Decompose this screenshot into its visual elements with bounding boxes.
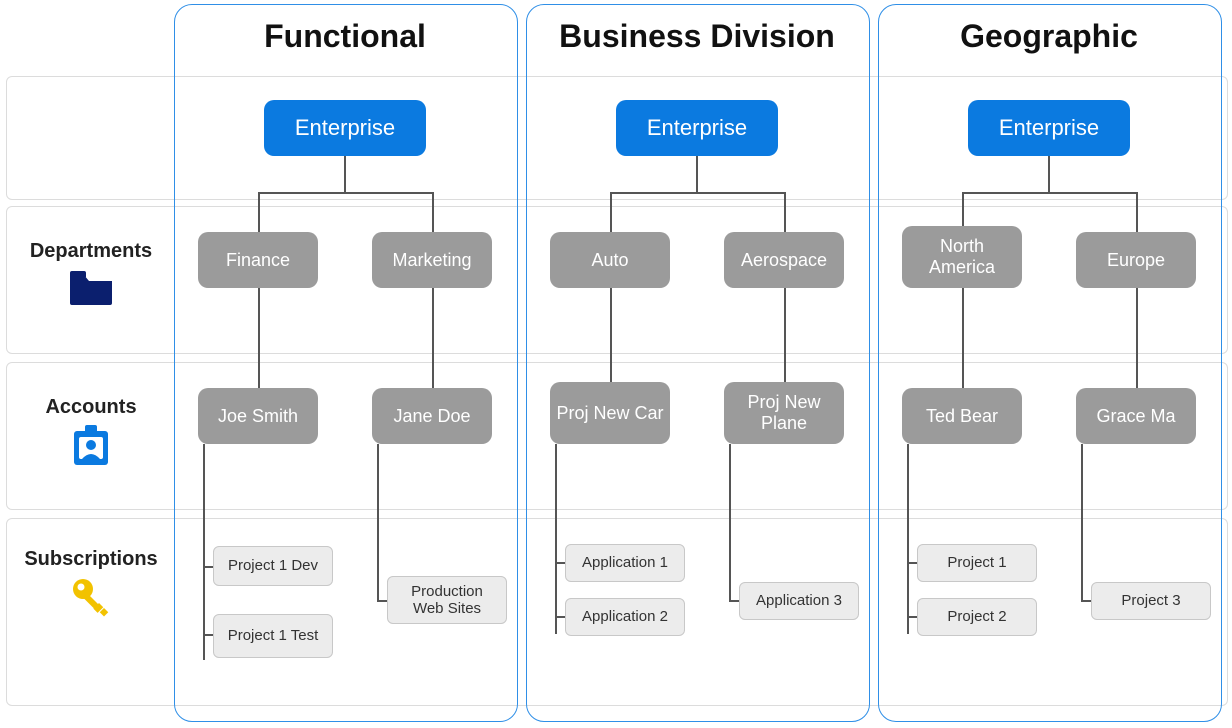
node-department: Finance <box>198 232 318 288</box>
badge-icon <box>16 423 166 469</box>
row-label-accounts-text: Accounts <box>16 396 166 419</box>
diagram-canvas: Functional Business Division Geographic … <box>0 0 1232 728</box>
row-label-departments-text: Departments <box>16 240 166 263</box>
node-subscription: Application 2 <box>565 598 685 636</box>
node-department: Aerospace <box>724 232 844 288</box>
row-label-departments: Departments <box>16 240 166 305</box>
row-label-accounts: Accounts <box>16 396 166 469</box>
node-department: North America <box>902 226 1022 288</box>
row-label-subscriptions: Subscriptions <box>16 548 166 619</box>
node-subscription: Project 2 <box>917 598 1037 636</box>
node-subscription: Project 1 Dev <box>213 546 333 586</box>
node-account: Proj New Plane <box>724 382 844 444</box>
node-enterprise: Enterprise <box>616 100 778 156</box>
node-subscription: Project 3 <box>1091 582 1211 620</box>
node-account: Ted Bear <box>902 388 1022 444</box>
node-subscription: Application 1 <box>565 544 685 582</box>
column-title-geographic: Geographic <box>878 18 1220 55</box>
node-department: Auto <box>550 232 670 288</box>
node-department: Europe <box>1076 232 1196 288</box>
node-subscription: Production Web Sites <box>387 576 507 624</box>
node-department: Marketing <box>372 232 492 288</box>
node-subscription: Project 1 Test <box>213 614 333 658</box>
node-enterprise: Enterprise <box>264 100 426 156</box>
row-label-subscriptions-text: Subscriptions <box>16 548 166 571</box>
key-icon <box>16 575 166 619</box>
column-title-business: Business Division <box>526 18 868 55</box>
node-account: Proj New Car <box>550 382 670 444</box>
folder-icon <box>16 267 166 305</box>
node-account: Jane Doe <box>372 388 492 444</box>
node-subscription: Project 1 <box>917 544 1037 582</box>
node-account: Grace Ma <box>1076 388 1196 444</box>
node-enterprise: Enterprise <box>968 100 1130 156</box>
column-title-functional: Functional <box>174 18 516 55</box>
node-subscription: Application 3 <box>739 582 859 620</box>
node-account: Joe Smith <box>198 388 318 444</box>
